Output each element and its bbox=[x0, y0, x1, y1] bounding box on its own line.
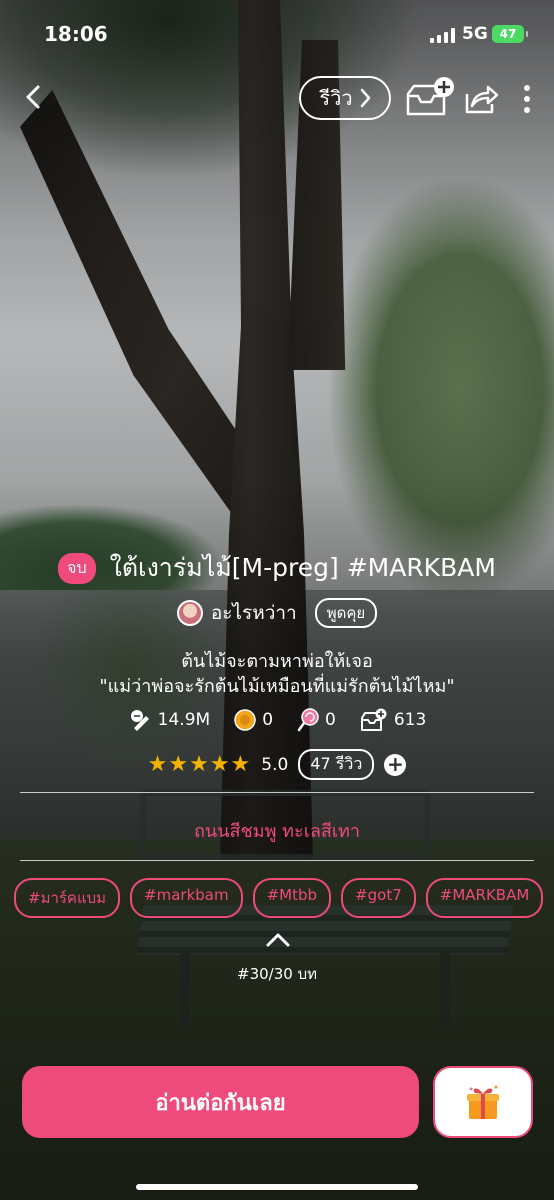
shelf-stat: 613 bbox=[360, 708, 426, 732]
avatar[interactable] bbox=[176, 600, 203, 626]
story-title: ใต้เงาร่มไม้[M-preg] #MARKBAM bbox=[109, 553, 496, 582]
views-icon bbox=[130, 710, 149, 731]
coin-icon bbox=[234, 709, 256, 731]
tags-row: #มาร์คแบม #markbam #Mtbb #got7 #MARKBAM bbox=[14, 878, 544, 918]
talk-button[interactable]: พูดคุย bbox=[314, 598, 378, 628]
tag-chip[interactable]: #markbam bbox=[130, 878, 243, 918]
gift-button[interactable] bbox=[433, 1066, 533, 1138]
tagline-line-2: "แม่ว่าพ่อจะรักต้นไม้เหมือนที่แม่รักต้นไ… bbox=[99, 676, 455, 697]
expand-button[interactable] bbox=[264, 930, 292, 950]
chevron-right-icon bbox=[360, 88, 370, 108]
author-name[interactable]: อะไรหว่าา bbox=[211, 598, 297, 628]
divider bbox=[20, 860, 534, 861]
share-button[interactable] bbox=[462, 80, 500, 118]
status-time: 18:06 bbox=[44, 22, 108, 46]
tag-chip[interactable]: #มาร์คแบม bbox=[14, 878, 121, 918]
episode-count: #30/30 บท bbox=[237, 965, 317, 983]
status-badge: จบ bbox=[58, 552, 96, 584]
battery-icon: 47 bbox=[492, 25, 528, 43]
rating-row: ★★★★★ 5.0 47 รีวิว + bbox=[0, 749, 554, 780]
stats-row: 14.9M 0 0 613 bbox=[0, 708, 554, 732]
add-to-shelf-button[interactable] bbox=[404, 76, 456, 120]
shelf-count: 613 bbox=[393, 710, 427, 730]
share-icon bbox=[465, 85, 499, 114]
category-label[interactable]: ถนนสีชมพู ทะเลสีเทา bbox=[0, 816, 554, 845]
signal-icon bbox=[430, 27, 456, 43]
reviews-button[interactable]: 47 รีวิว bbox=[298, 749, 375, 780]
divider bbox=[20, 792, 534, 793]
chevron-up-icon bbox=[266, 933, 290, 947]
tag-chip[interactable]: #got7 bbox=[341, 878, 416, 918]
views-stat: 14.9M bbox=[128, 708, 211, 732]
star-icon: ★★★★★ bbox=[147, 752, 252, 777]
more-button[interactable] bbox=[516, 82, 538, 116]
coins-stat: 0 bbox=[234, 709, 273, 731]
candies-count: 0 bbox=[325, 710, 336, 730]
plus-icon[interactable]: + bbox=[384, 753, 407, 776]
read-button-label: อ่านต่อกันเลย bbox=[155, 1090, 286, 1116]
gift-icon bbox=[467, 1085, 499, 1119]
back-button[interactable] bbox=[16, 80, 50, 114]
candies-stat: 0 bbox=[297, 708, 336, 732]
add-to-shelf-icon bbox=[406, 77, 454, 116]
more-icon bbox=[524, 85, 530, 91]
rating-value: 5.0 bbox=[261, 754, 289, 775]
back-icon bbox=[26, 85, 40, 109]
battery-level: 47 bbox=[499, 27, 517, 41]
shelf-icon bbox=[360, 708, 387, 731]
read-button[interactable]: อ่านต่อกันเลย bbox=[22, 1066, 419, 1138]
home-indicator[interactable] bbox=[136, 1184, 418, 1190]
author-row: อะไรหว่าา พูดคุย bbox=[0, 598, 554, 628]
tag-chip[interactable]: #Mtbb bbox=[252, 878, 332, 918]
tag-chip[interactable]: #MARKBAM bbox=[425, 878, 544, 918]
candy-icon bbox=[297, 708, 319, 732]
review-button[interactable]: รีวิว bbox=[299, 76, 391, 120]
title-row: จบ ใต้เงาร่มไม้[M-preg] #MARKBAM bbox=[0, 548, 554, 588]
views-count: 14.9M bbox=[157, 710, 211, 730]
review-button-label: รีวิว bbox=[319, 86, 353, 110]
coins-count: 0 bbox=[262, 710, 274, 730]
network-label: 5G bbox=[462, 24, 488, 44]
